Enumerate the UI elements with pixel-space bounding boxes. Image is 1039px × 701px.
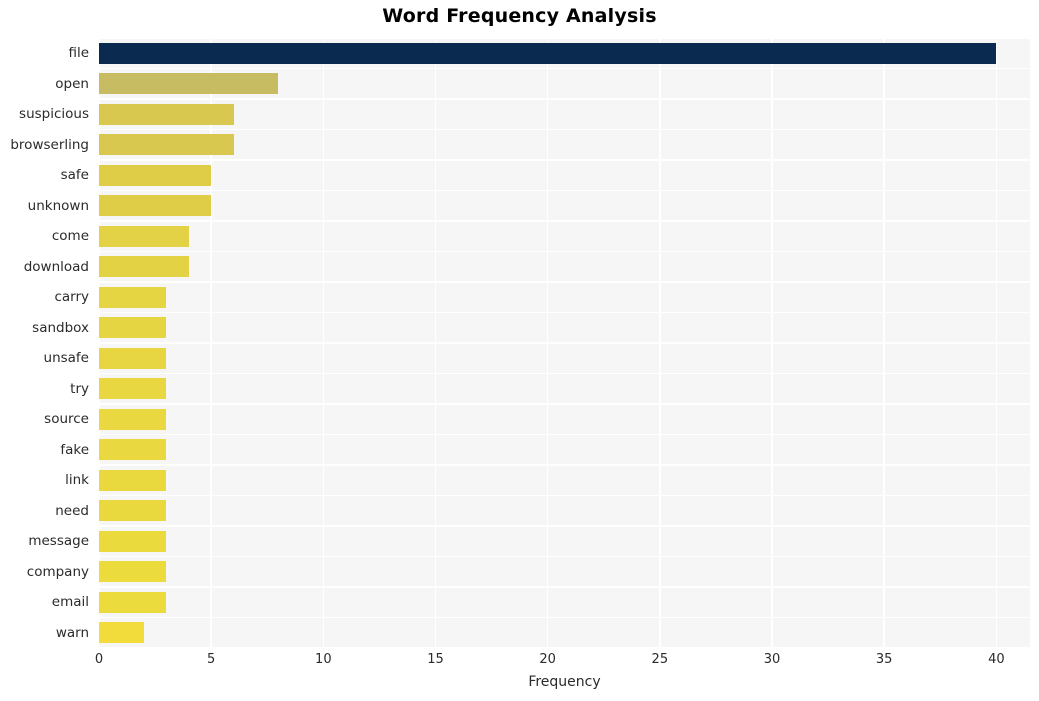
y-axis-tick-label: unsafe [43, 350, 89, 367]
bar [99, 561, 167, 583]
bar [99, 256, 189, 278]
y-axis-tick-label: open [55, 75, 89, 92]
bar [99, 530, 167, 552]
chart-title: Word Frequency Analysis [382, 5, 657, 27]
x-axis-tick-label: 5 [207, 652, 216, 667]
y-axis-tick-label: need [55, 502, 89, 519]
y-axis-tick-label: source [44, 411, 89, 428]
x-axis-title: Frequency [528, 674, 601, 690]
y-axis-tick-label: message [28, 533, 89, 550]
y-axis-tick-labels: file open suspicious browserling safe unknown… [0, 38, 94, 648]
x-axis-tick-label: 10 [315, 652, 332, 667]
y-axis-tick-label: warn [55, 624, 89, 641]
y-axis-tick-label: file [68, 45, 89, 62]
bar [99, 286, 167, 308]
bar [99, 378, 167, 400]
y-axis-tick-label: safe [60, 167, 89, 184]
bar [99, 134, 234, 156]
y-axis-tick-label: sandbox [32, 319, 89, 336]
bar [99, 195, 212, 217]
y-axis-tick-label: try [70, 380, 89, 397]
y-axis-tick-label: carry [54, 289, 89, 306]
bar [99, 408, 167, 430]
x-axis-tick-label: 15 [427, 652, 444, 667]
x-axis-tick-label: 0 [94, 652, 104, 667]
bar [99, 317, 167, 339]
y-axis-tick-label: email [51, 594, 89, 611]
x-axis-tick-labels: 0 5 10 15 20 25 30 35 40 [95, 652, 1030, 674]
bar [99, 500, 167, 522]
bar [99, 164, 212, 186]
bar [99, 347, 167, 369]
bar [99, 103, 234, 125]
x-axis-tick-label: 25 [651, 652, 669, 667]
plot-area [98, 37, 1030, 649]
bar-series [99, 38, 1030, 648]
bar [99, 469, 167, 491]
bar [99, 591, 167, 613]
bar [99, 225, 189, 247]
y-axis-tick-label: browserling [10, 136, 89, 153]
x-axis-tick-label: 20 [539, 652, 556, 667]
bar [99, 73, 279, 95]
bar [99, 42, 997, 64]
y-axis-tick-label: company [26, 563, 89, 580]
chart-figure: Word Frequency Analysis file open suspicio… [0, 0, 1039, 701]
x-axis-tick-label: 35 [875, 652, 893, 667]
x-axis-tick-label: 40 [988, 652, 1005, 667]
y-axis-tick-label: unknown [27, 197, 89, 214]
y-axis-tick-label: come [51, 228, 89, 245]
x-axis-tick-label: 30 [763, 652, 781, 667]
y-axis-tick-label: link [65, 472, 89, 489]
y-axis-tick-label: fake [60, 441, 89, 458]
y-axis-tick-label: suspicious [19, 106, 89, 123]
bar [99, 439, 167, 461]
y-axis-tick-label: download [23, 258, 89, 275]
bar [99, 622, 144, 644]
